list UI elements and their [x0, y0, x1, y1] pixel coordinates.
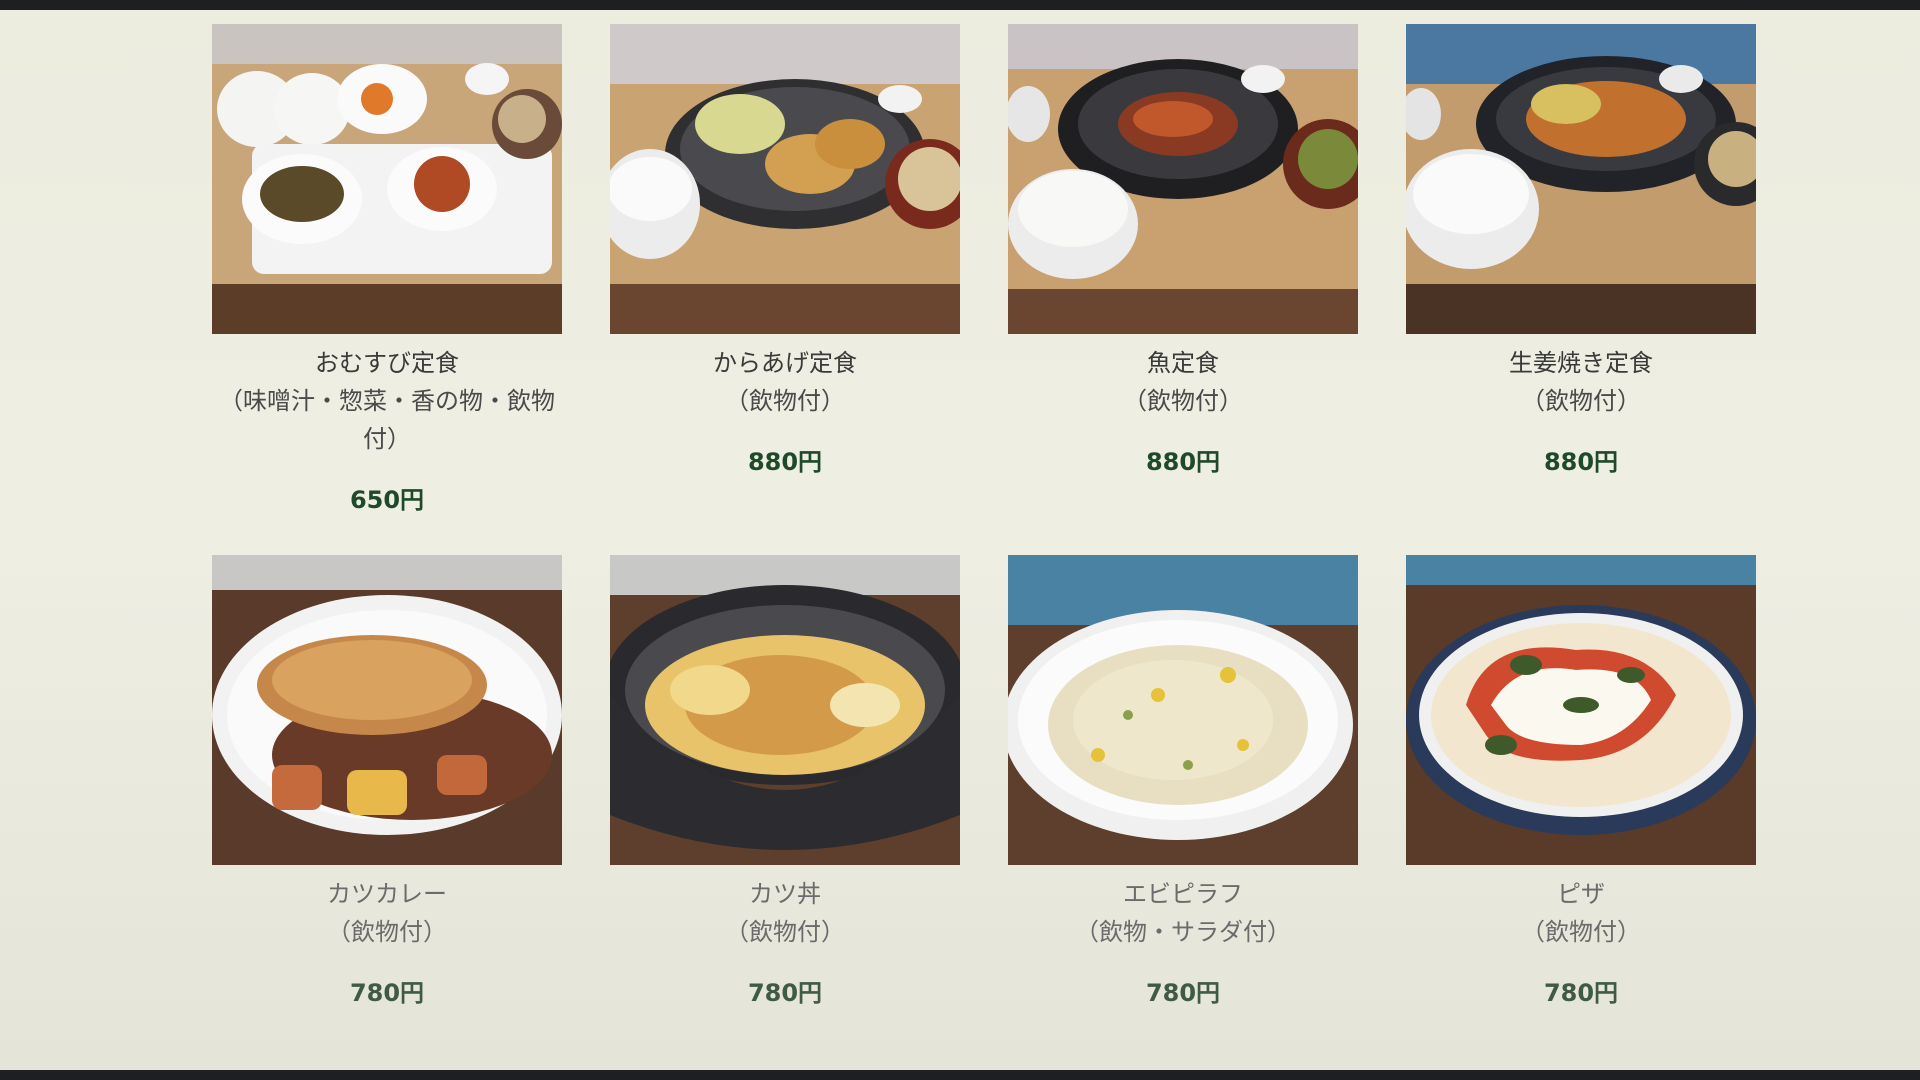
menu-item-price: 780円: [349, 979, 425, 1007]
katsu-curry-image: [212, 555, 562, 865]
menu-item-note: （味噌汁・惣菜・香の物・飲物付）: [219, 387, 555, 453]
katsudon-image: [610, 555, 960, 865]
menu-item-name: 魚定食: [1147, 349, 1219, 377]
menu-item-price: 780円: [747, 979, 823, 1007]
menu-item-price: 880円: [1543, 448, 1619, 476]
menu-item-price: 650円: [349, 486, 425, 514]
onigiri-set-image: [212, 24, 562, 334]
menu-item-note: （飲物付）: [327, 918, 447, 946]
menu-item-ginger-pork-set[interactable]: 生姜焼き定食 （飲物付） 880円: [1406, 24, 1756, 515]
menu-item-onigiri-set[interactable]: おむすび定食 （味噌汁・惣菜・香の物・飲物付） 650円: [212, 24, 562, 515]
fish-set-photo: [1008, 24, 1358, 334]
menu-item-price: 880円: [747, 448, 823, 476]
katsu-curry-photo: [212, 555, 562, 865]
menu-grid: おむすび定食 （味噌汁・惣菜・香の物・飲物付） 650円 からあげ定食 （飲物付…: [212, 24, 1772, 1008]
karaage-set-photo: [610, 24, 960, 334]
menu-item-katsudon[interactable]: カツ丼 （飲物付） 780円: [610, 555, 960, 1008]
ginger-pork-set-image: [1406, 24, 1756, 334]
menu-item-note: （飲物付）: [725, 918, 845, 946]
menu-item-price: 880円: [1145, 448, 1221, 476]
menu-item-name: おむすび定食: [315, 349, 459, 377]
menu-item-price: 780円: [1145, 979, 1221, 1007]
menu-item-shrimp-pilaf[interactable]: エビピラフ （飲物・サラダ付） 780円: [1008, 555, 1358, 1008]
menu-screen: おむすび定食 （味噌汁・惣菜・香の物・飲物付） 650円 からあげ定食 （飲物付…: [0, 10, 1920, 1070]
menu-item-note: （飲物付）: [725, 387, 845, 415]
menu-item-note: （飲物・サラダ付）: [1075, 918, 1291, 946]
menu-item-name: からあげ定食: [713, 349, 857, 377]
menu-item-name: 生姜焼き定食: [1509, 349, 1653, 377]
shrimp-pilaf-image: [1008, 555, 1358, 865]
pizza-image: [1406, 555, 1756, 865]
katsudon-photo: [610, 555, 960, 865]
menu-item-fish-set[interactable]: 魚定食 （飲物付） 880円: [1008, 24, 1358, 515]
menu-item-name: カツカレー: [327, 880, 447, 908]
menu-item-name: エビピラフ: [1123, 880, 1243, 908]
menu-item-katsu-curry[interactable]: カツカレー （飲物付） 780円: [212, 555, 562, 1008]
menu-item-pizza[interactable]: ピザ （飲物付） 780円: [1406, 555, 1756, 1008]
onigiri-set-photo: [212, 24, 562, 334]
pizza-photo: [1406, 555, 1756, 865]
menu-item-note: （飲物付）: [1521, 918, 1641, 946]
fish-set-image: [1008, 24, 1358, 334]
menu-item-note: （飲物付）: [1123, 387, 1243, 415]
menu-item-karaage-set[interactable]: からあげ定食 （飲物付） 880円: [610, 24, 960, 515]
menu-item-note: （飲物付）: [1521, 387, 1641, 415]
karaage-set-image: [610, 24, 960, 334]
menu-item-price: 780円: [1543, 979, 1619, 1007]
ginger-pork-set-photo: [1406, 24, 1756, 334]
shrimp-pilaf-photo: [1008, 555, 1358, 865]
menu-item-name: カツ丼: [749, 880, 821, 908]
menu-item-name: ピザ: [1557, 880, 1605, 908]
